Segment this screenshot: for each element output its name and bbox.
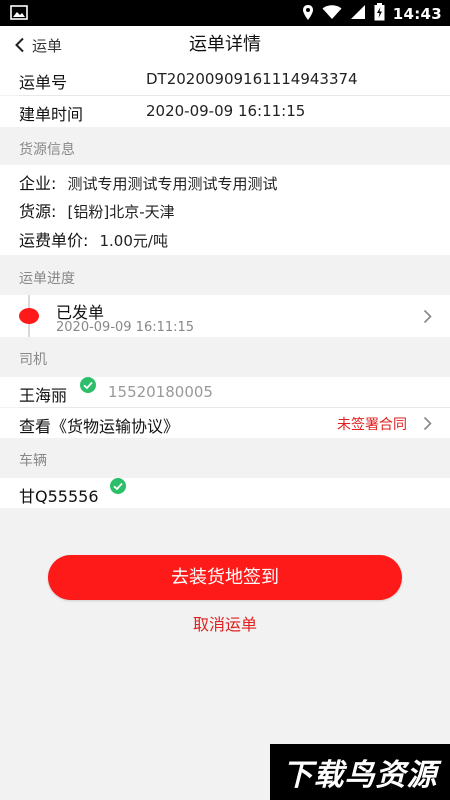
order-number-value: DT20200909161114943374 [146, 70, 358, 88]
created-time-value: 2020-09-09 16:11:15 [146, 102, 306, 120]
page-title: 运单详情 [189, 34, 261, 55]
wifi-icon [322, 4, 342, 24]
source-value: [铝粉]北京-天津 [67, 203, 175, 221]
source-line: 货源: [铝粉]北京-天津 [19, 198, 175, 222]
driver-section-title: 司机 [19, 352, 47, 368]
driver-name: 王海丽 [19, 386, 68, 405]
source-label: 货源: [19, 202, 57, 221]
price-value: 1.00元/吨 [99, 232, 168, 250]
clock: 14:43 [392, 5, 442, 23]
signal-icon [350, 4, 366, 24]
check-in-loading-button[interactable]: 去装货地签到 [48, 555, 402, 600]
nav-bar: 运单 运单详情 [0, 26, 450, 64]
vehicle-plate: 甘Q55556 [19, 487, 99, 506]
price-label: 运费单价: [19, 231, 89, 250]
battery-icon [374, 3, 385, 25]
chevron-right-icon [423, 309, 432, 324]
status-bar: 14:43 [0, 0, 450, 26]
progress-section-title: 运单进度 [19, 271, 75, 287]
verified-check-icon [80, 377, 96, 393]
watermark-text: 下载鸟资源 [282, 758, 438, 793]
location-icon [302, 4, 314, 25]
watermark-logo: 下载鸟资源 [270, 744, 450, 800]
price-line: 运费单价: 1.00元/吨 [19, 227, 168, 251]
company-line: 企业: 测试专用测试专用测试专用测试 [19, 170, 278, 194]
order-number-label: 运单号 [19, 73, 68, 92]
company-label: 企业: [19, 174, 57, 193]
progress-row[interactable]: 已发单 2020-09-09 16:11:15 [0, 295, 450, 337]
cargo-info-block: 企业: 测试专用测试专用测试专用测试 货源: [铝粉]北京-天津 运费单价: 1… [0, 165, 450, 255]
timeline-dot-icon [19, 308, 39, 324]
agreement-status: 未签署合同 [337, 417, 407, 433]
driver-row: 王海丽 15520180005 [0, 377, 450, 407]
order-number-row: 运单号 DT20200909161114943374 [0, 64, 450, 95]
chevron-right-icon [423, 416, 432, 431]
vehicle-section-title: 车辆 [19, 453, 47, 469]
created-time-label: 建单时间 [19, 105, 84, 124]
driver-phone[interactable]: 15520180005 [108, 383, 213, 401]
created-time-row: 建单时间 2020-09-09 16:11:15 [0, 96, 450, 127]
progress-time: 2020-09-09 16:11:15 [56, 320, 195, 335]
vehicle-row: 甘Q55556 [0, 478, 450, 508]
cancel-order-button[interactable]: 取消运单 [0, 611, 450, 635]
cargo-section-title: 货源信息 [19, 142, 75, 158]
agreement-label: 查看《货物运输协议》 [19, 417, 180, 436]
gallery-notification-icon [10, 5, 28, 24]
agreement-row[interactable]: 查看《货物运输协议》 未签署合同 [0, 408, 450, 438]
verified-check-icon [110, 478, 126, 494]
company-value: 测试专用测试专用测试专用测试 [67, 175, 278, 193]
